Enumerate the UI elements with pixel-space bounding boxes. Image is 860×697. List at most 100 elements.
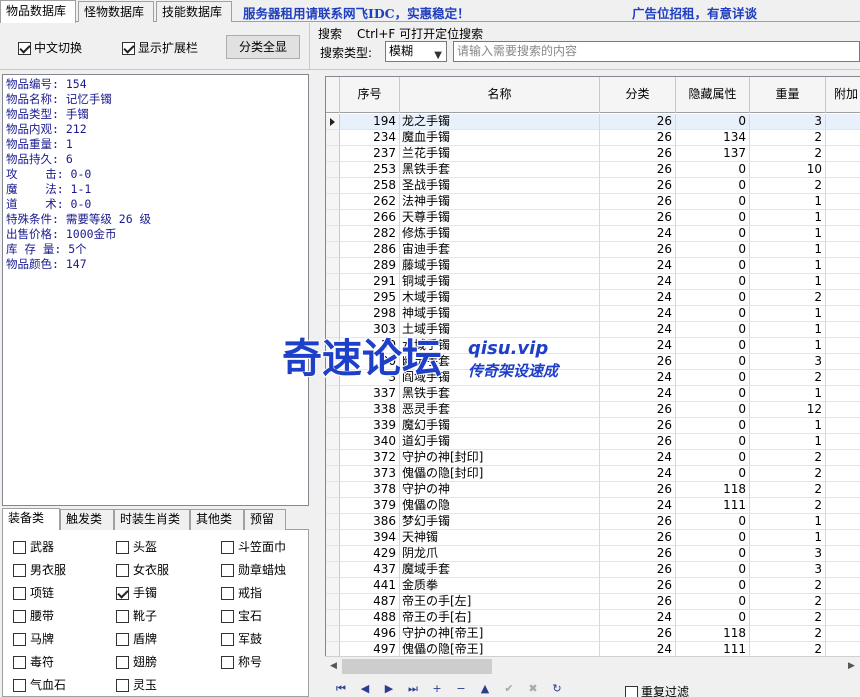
tab-trigger[interactable]: 触发类 — [60, 509, 114, 530]
table-row[interactable]: 487 帝王の手[左] 26 0 2 — [326, 594, 860, 610]
category-checkbox[interactable]: 翅膀 — [116, 653, 157, 670]
cell-name[interactable]: 修炼手镯 — [400, 226, 600, 242]
cell-name[interactable]: 金质拳 — [400, 578, 600, 594]
cell-id[interactable]: 340 — [340, 434, 400, 450]
cell-id[interactable]: 339 — [340, 418, 400, 434]
delete-record-icon[interactable]: − — [451, 682, 471, 697]
cell-weight[interactable]: 1 — [750, 514, 826, 530]
table-row[interactable]: 30 幽灵手套 26 0 3 — [326, 354, 860, 370]
cell-weight[interactable]: 1 — [750, 386, 826, 402]
cell-id[interactable]: 286 — [340, 242, 400, 258]
cell-weight[interactable]: 2 — [750, 626, 826, 642]
table-row[interactable]: 372 守护の神[封印] 24 0 2 — [326, 450, 860, 466]
cell-hidden-attr[interactable]: 0 — [676, 274, 750, 290]
cell-extra[interactable] — [826, 114, 860, 130]
cell-extra[interactable] — [826, 274, 860, 290]
table-row[interactable]: 237 兰花手镯 26 137 2 — [326, 146, 860, 162]
cell-category[interactable]: 26 — [600, 530, 676, 546]
cell-category[interactable]: 26 — [600, 146, 676, 162]
cell-name[interactable]: 阴龙爪 — [400, 546, 600, 562]
cell-hidden-attr[interactable]: 0 — [676, 418, 750, 434]
category-checkbox[interactable]: 马牌 — [13, 630, 54, 647]
prior-record-icon[interactable]: ◀ — [355, 682, 375, 697]
cell-id[interactable]: 437 — [340, 562, 400, 578]
table-row[interactable]: 429 阴龙爪 26 0 3 — [326, 546, 860, 562]
cell-weight[interactable]: 1 — [750, 242, 826, 258]
row-indicator[interactable] — [326, 322, 340, 338]
cell-extra[interactable] — [826, 610, 860, 626]
table-row[interactable]: 194 龙之手镯 26 0 3 — [326, 114, 860, 130]
cell-id[interactable]: 488 — [340, 610, 400, 626]
row-indicator[interactable] — [326, 210, 340, 226]
cell-id[interactable]: 497 — [340, 642, 400, 656]
tab-fashion[interactable]: 时装生肖类 — [114, 509, 190, 530]
reverse-filter-checkbox[interactable]: 重复过滤 — [625, 683, 689, 697]
cell-id[interactable]: 338 — [340, 402, 400, 418]
column-header-name[interactable]: 名称 — [400, 77, 600, 113]
cell-weight[interactable]: 3 — [750, 562, 826, 578]
cell-category[interactable]: 26 — [600, 562, 676, 578]
cell-hidden-attr[interactable]: 0 — [676, 386, 750, 402]
tab-equipment[interactable]: 装备类 — [2, 508, 60, 531]
cell-name[interactable]: 傀儡の隐[帝王] — [400, 642, 600, 656]
row-indicator[interactable] — [326, 642, 340, 656]
cell-name[interactable]: 梦幻手镯 — [400, 514, 600, 530]
cell-hidden-attr[interactable]: 0 — [676, 514, 750, 530]
tab-reserved[interactable]: 预留 — [244, 509, 286, 530]
cell-weight[interactable]: 1 — [750, 306, 826, 322]
cell-extra[interactable] — [826, 226, 860, 242]
cell-id[interactable]: 253 — [340, 162, 400, 178]
table-row[interactable]: 291 铜域手镯 24 0 1 — [326, 274, 860, 290]
row-indicator[interactable] — [326, 338, 340, 354]
row-indicator[interactable] — [326, 562, 340, 578]
cell-category[interactable]: 26 — [600, 354, 676, 370]
category-checkbox[interactable]: 盾牌 — [116, 630, 157, 647]
cell-name[interactable]: 天尊手镯 — [400, 210, 600, 226]
cell-name[interactable]: 天神镯 — [400, 530, 600, 546]
tab-item-db[interactable]: 物品数据库 — [0, 0, 76, 23]
cell-weight[interactable]: 1 — [750, 258, 826, 274]
horizontal-scrollbar[interactable]: ◀ ▶ — [325, 656, 860, 675]
row-indicator[interactable] — [326, 498, 340, 514]
search-type-select[interactable]: 模糊 ▼ — [385, 41, 447, 62]
table-row[interactable]: 394 天神镯 26 0 1 — [326, 530, 860, 546]
cell-category[interactable]: 26 — [600, 482, 676, 498]
row-indicator[interactable] — [326, 130, 340, 146]
cell-weight[interactable]: 2 — [750, 450, 826, 466]
cell-name[interactable]: 魔血手镯 — [400, 130, 600, 146]
cell-id[interactable]: 295 — [340, 290, 400, 306]
cell-hidden-attr[interactable]: 0 — [676, 546, 750, 562]
table-row[interactable]: 338 恶灵手套 26 0 12 — [326, 402, 860, 418]
cell-weight[interactable]: 2 — [750, 466, 826, 482]
row-indicator[interactable] — [326, 546, 340, 562]
cell-id[interactable]: 289 — [340, 258, 400, 274]
cell-hidden-attr[interactable]: 0 — [676, 306, 750, 322]
cell-name[interactable]: 阎域手镯 — [400, 370, 600, 386]
table-row[interactable]: 373 傀儡の隐[封印] 24 0 2 — [326, 466, 860, 482]
cell-extra[interactable] — [826, 498, 860, 514]
cell-hidden-attr[interactable]: 0 — [676, 562, 750, 578]
row-indicator[interactable] — [326, 482, 340, 498]
cell-weight[interactable]: 1 — [750, 322, 826, 338]
cell-weight[interactable]: 2 — [750, 146, 826, 162]
panel-splitter[interactable] — [312, 70, 322, 697]
cell-hidden-attr[interactable]: 0 — [676, 466, 750, 482]
row-indicator[interactable] — [326, 162, 340, 178]
table-row[interactable]: 386 梦幻手镯 26 0 1 — [326, 514, 860, 530]
category-checkbox[interactable]: 头盔 — [116, 538, 157, 555]
category-checkbox[interactable]: 气血石 — [13, 676, 66, 693]
cell-extra[interactable] — [826, 626, 860, 642]
cell-extra[interactable] — [826, 322, 860, 338]
next-record-icon[interactable]: ▶ — [379, 682, 399, 697]
cell-category[interactable]: 26 — [600, 434, 676, 450]
cell-hidden-attr[interactable]: 0 — [676, 322, 750, 338]
show-extension-checkbox[interactable]: 显示扩展栏 — [122, 39, 198, 56]
cell-category[interactable]: 26 — [600, 626, 676, 642]
cell-extra[interactable] — [826, 338, 860, 354]
cell-weight[interactable]: 2 — [750, 578, 826, 594]
row-indicator[interactable] — [326, 514, 340, 530]
row-indicator[interactable] — [326, 610, 340, 626]
cell-hidden-attr[interactable]: 0 — [676, 290, 750, 306]
tab-other[interactable]: 其他类 — [190, 509, 244, 530]
cell-extra[interactable] — [826, 578, 860, 594]
